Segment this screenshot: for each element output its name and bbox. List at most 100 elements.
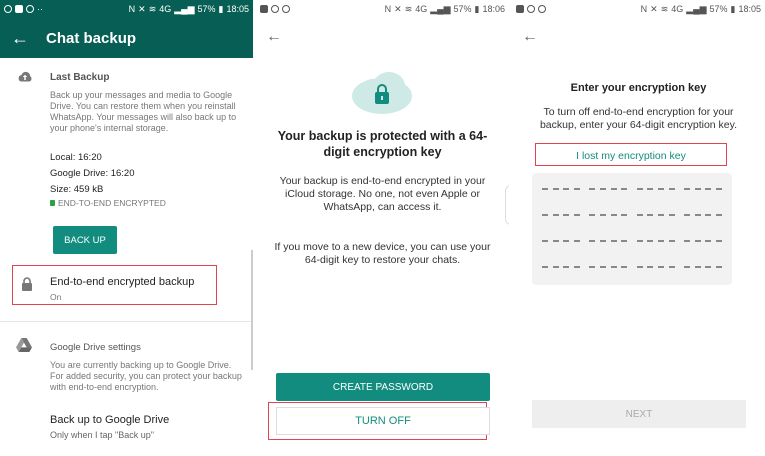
backup-size: Size: 459 kB bbox=[50, 184, 104, 195]
key-group[interactable] bbox=[542, 233, 580, 249]
circle-status-icon bbox=[282, 5, 290, 13]
mute-icon: ✕ bbox=[394, 3, 402, 14]
status-right: N ✕ ≋ 4G ▂▄▆ 57% ▮ 18:05 bbox=[129, 4, 249, 15]
protected-heading: Your backup is protected with a 64-digit… bbox=[277, 129, 488, 159]
back-arrow-icon[interactable]: ← bbox=[522, 28, 538, 46]
whatsapp-status-icon bbox=[4, 5, 12, 13]
key-group[interactable] bbox=[589, 207, 628, 223]
lost-key-link[interactable]: I lost my encryption key bbox=[536, 146, 726, 165]
encryption-key-screen: N ✕ ≋ 4G ▂▄▆ 57% ▮ 18:06 ← Your backup i… bbox=[256, 0, 509, 456]
page-title: Chat backup bbox=[46, 29, 137, 47]
e2e-backup-row-title[interactable]: End-to-end encrypted backup bbox=[50, 276, 194, 288]
battery-icon: ▮ bbox=[218, 3, 224, 14]
key-group[interactable] bbox=[683, 181, 722, 197]
network-type: 4G bbox=[159, 4, 172, 14]
enter-key-screen: N ✕ ≋ 4G ▂▄▆ 57% ▮ 18:05 ← Enter your en… bbox=[512, 0, 765, 456]
status-left bbox=[516, 5, 546, 13]
key-group[interactable] bbox=[636, 207, 675, 223]
divider bbox=[0, 321, 253, 322]
e2e-label-text: END-TO-END ENCRYPTED bbox=[58, 198, 166, 208]
key-group[interactable] bbox=[589, 259, 628, 275]
enter-key-desc: To turn off end-to-end encryption for yo… bbox=[539, 106, 738, 131]
local-backup-time: Local: 16:20 bbox=[50, 152, 102, 163]
chat-backup-screen: ·· N ✕ ≋ 4G ▂▄▆ 57% ▮ 18:05 ← Chat backu… bbox=[0, 0, 253, 456]
back-up-button[interactable]: BACK UP bbox=[53, 226, 117, 254]
status-time: 18:06 bbox=[482, 4, 505, 14]
whatsapp-status-icon bbox=[527, 5, 535, 13]
battery-icon: ▮ bbox=[474, 3, 480, 14]
status-bar: N ✕ ≋ 4G ▂▄▆ 57% ▮ 18:06 bbox=[256, 0, 509, 18]
gallery-status-icon bbox=[516, 5, 524, 13]
create-password-button[interactable]: CREATE PASSWORD bbox=[276, 373, 490, 401]
battery-percent: 57% bbox=[453, 4, 472, 14]
key-group[interactable] bbox=[636, 233, 675, 249]
battery-percent: 57% bbox=[197, 4, 216, 14]
key-row bbox=[542, 233, 722, 249]
key-group[interactable] bbox=[542, 259, 580, 275]
status-right: N ✕ ≋ 4G ▂▄▆ 57% ▮ 18:06 bbox=[385, 4, 505, 15]
key-group[interactable] bbox=[683, 259, 722, 275]
backup-to-gdrive-title[interactable]: Back up to Google Drive bbox=[50, 414, 169, 426]
signal-icon: ▂▄▆ bbox=[686, 3, 707, 14]
nfc-icon: N bbox=[128, 4, 136, 14]
key-row bbox=[542, 181, 722, 197]
next-button[interactable]: NEXT bbox=[532, 400, 746, 428]
key-input-grid[interactable] bbox=[532, 173, 732, 285]
battery-icon: ▮ bbox=[730, 3, 736, 14]
key-group[interactable] bbox=[636, 259, 675, 275]
e2e-label: END-TO-END ENCRYPTED bbox=[50, 198, 166, 208]
whatsapp-status-icon bbox=[271, 5, 279, 13]
wifi-icon: ≋ bbox=[148, 3, 157, 14]
circle-status-icon bbox=[538, 5, 546, 13]
status-right: N ✕ ≋ 4G ▂▄▆ 57% ▮ 18:05 bbox=[641, 4, 761, 15]
wifi-icon: ≋ bbox=[660, 3, 669, 14]
key-row bbox=[542, 259, 722, 275]
enter-key-heading: Enter your encryption key bbox=[570, 82, 707, 94]
circle-status-icon bbox=[26, 5, 34, 13]
status-time: 18:05 bbox=[226, 4, 249, 14]
protected-desc: Your backup is end-to-end encrypted in y… bbox=[279, 175, 486, 213]
last-backup-title: Last Backup bbox=[50, 72, 110, 83]
gd-settings-desc: You are currently backing up to Google D… bbox=[50, 360, 242, 392]
network-type: 4G bbox=[415, 4, 428, 14]
app-bar: ← Chat backup bbox=[0, 18, 253, 58]
battery-percent: 57% bbox=[709, 4, 728, 14]
key-group[interactable] bbox=[683, 207, 722, 223]
last-backup-desc: Back up your messages and media to Googl… bbox=[50, 90, 237, 133]
status-bar: N ✕ ≋ 4G ▂▄▆ 57% ▮ 18:05 bbox=[512, 0, 765, 18]
gdrive-backup-time: Google Drive: 16:20 bbox=[50, 168, 135, 179]
e2e-backup-row-sub: On bbox=[50, 292, 62, 302]
key-group[interactable] bbox=[589, 181, 628, 197]
status-bar: ·· N ✕ ≋ 4G ▂▄▆ 57% ▮ 18:05 bbox=[0, 0, 253, 18]
back-arrow-icon[interactable]: ← bbox=[266, 28, 282, 46]
back-arrow-icon[interactable]: ← bbox=[0, 18, 40, 58]
signal-icon: ▂▄▆ bbox=[174, 3, 195, 14]
wifi-icon: ≋ bbox=[404, 3, 413, 14]
lock-icon bbox=[50, 200, 55, 206]
lock-icon bbox=[20, 276, 38, 294]
status-left: ·· bbox=[4, 4, 43, 14]
nfc-icon: N bbox=[384, 4, 392, 14]
mute-icon: ✕ bbox=[138, 3, 146, 14]
backup-to-gdrive-sub: Only when I tap "Back up" bbox=[50, 430, 154, 440]
nfc-icon: N bbox=[640, 4, 648, 14]
key-group[interactable] bbox=[542, 181, 580, 197]
gd-settings-title: Google Drive settings bbox=[50, 342, 141, 353]
status-time: 18:05 bbox=[738, 4, 761, 14]
status-left bbox=[260, 5, 290, 13]
signal-icon: ▂▄▆ bbox=[430, 3, 451, 14]
network-type: 4G bbox=[671, 4, 684, 14]
key-group[interactable] bbox=[636, 181, 675, 197]
key-group[interactable] bbox=[542, 207, 580, 223]
gallery-status-icon bbox=[15, 5, 23, 13]
google-drive-icon bbox=[16, 338, 34, 356]
cloud-lock-icon bbox=[349, 70, 415, 118]
key-group[interactable] bbox=[683, 233, 722, 249]
cloud-upload-icon bbox=[16, 68, 34, 86]
key-row bbox=[542, 207, 722, 223]
turn-off-button[interactable]: TURN OFF bbox=[276, 407, 490, 435]
mute-icon: ✕ bbox=[650, 3, 658, 14]
key-group[interactable] bbox=[589, 233, 628, 249]
restore-desc: If you move to a new device, you can use… bbox=[274, 241, 491, 266]
gallery-status-icon bbox=[260, 5, 268, 13]
